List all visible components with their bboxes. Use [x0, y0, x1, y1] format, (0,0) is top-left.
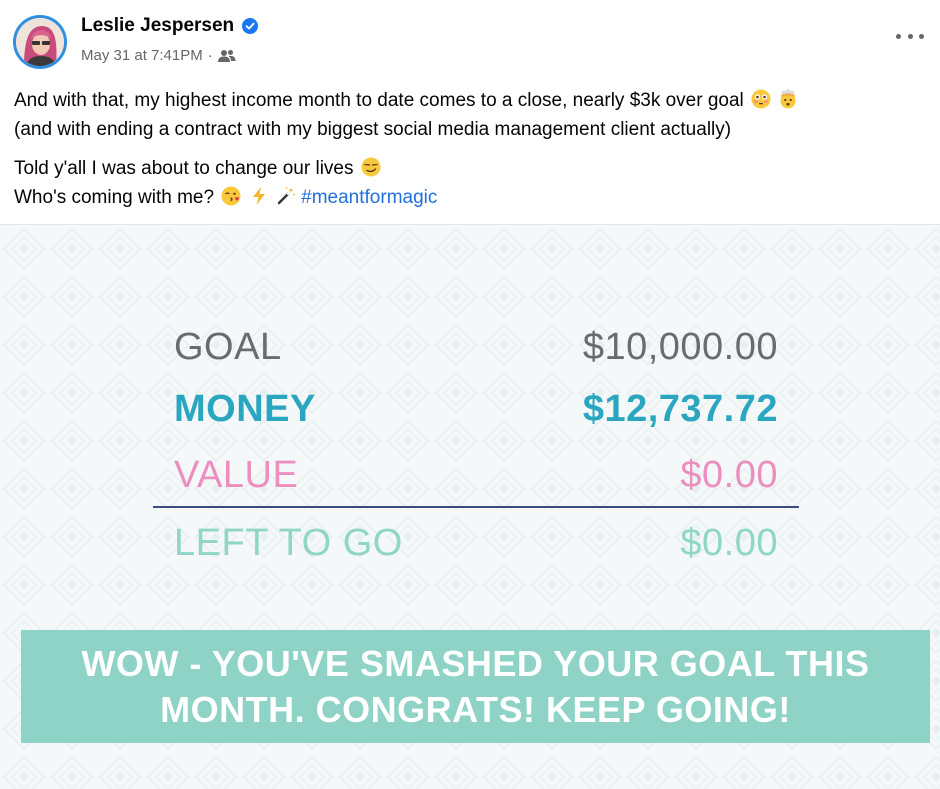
money-label: MONEY [174, 387, 316, 430]
profile-photo [16, 18, 64, 66]
value-row: VALUE $0.00 [174, 447, 778, 503]
flushed-face-emoji-icon [751, 89, 771, 109]
post-text-line: And with that, my highest income month t… [14, 86, 929, 115]
post-meta: May 31 at 7:41PM · [81, 47, 236, 64]
magic-wand-emoji-icon [276, 186, 296, 206]
post-text: And with that, my highest income month t… [14, 86, 929, 212]
value-amount: $0.00 [680, 453, 778, 496]
money-row: MONEY $12,737.72 [174, 381, 778, 437]
value-label: VALUE [174, 453, 299, 496]
post-text-segment: (and with ending a contract with my bigg… [14, 119, 732, 140]
banner-line: MONTH. CONGRATS! KEEP GOING! [160, 689, 791, 730]
post-image[interactable]: GOAL $10,000.00 MONEY $12,737.72 VALUE $… [0, 224, 940, 789]
post-text-line: (and with ending a contract with my bigg… [14, 115, 929, 144]
post-text-segment: Told y'all I was about to change our liv… [14, 158, 354, 179]
congrats-banner: WOW - YOU'VE SMASHED YOUR GOAL THIS MONT… [21, 630, 930, 743]
avatar[interactable] [13, 15, 67, 69]
more-dot [896, 33, 901, 39]
more-dot [919, 33, 924, 39]
smirking-face-emoji-icon [361, 157, 381, 177]
post-text-segment: And with that, my highest income month t… [14, 90, 744, 111]
lightning-emoji-icon [249, 186, 269, 206]
author-name[interactable]: Leslie Jespersen [81, 15, 234, 37]
meta-separator: · [207, 47, 213, 64]
total-divider [153, 506, 799, 508]
left-to-go-label: LEFT TO GO [174, 521, 403, 564]
more-dot [907, 33, 913, 39]
goal-label: GOAL [174, 325, 282, 368]
post-timestamp[interactable]: May 31 at 7:41PM [81, 47, 203, 64]
post-header: Leslie Jespersen May 31 at 7:41PM · [0, 0, 940, 80]
left-to-go-value: $0.00 [680, 521, 778, 564]
friends-icon[interactable] [217, 49, 236, 63]
kissing-face-emoji-icon [221, 186, 241, 206]
goal-row: GOAL $10,000.00 [174, 319, 778, 375]
author-name-row: Leslie Jespersen [81, 15, 259, 37]
left-to-go-row: LEFT TO GO $0.00 [174, 515, 778, 571]
banner-line: WOW - YOU'VE SMASHED YOUR GOAL THIS [81, 643, 870, 684]
post-text-line: Who's coming with me? #meantformagic [14, 183, 929, 212]
post-text-line: Told y'all I was about to change our liv… [14, 154, 929, 183]
hashtag-link[interactable]: #meantformagic [301, 187, 437, 208]
exploding-head-emoji-icon [778, 89, 798, 109]
more-options-icon[interactable] [896, 26, 924, 46]
post-text-segment: Who's coming with me? [14, 187, 215, 208]
money-value: $12,737.72 [582, 387, 778, 430]
goal-value: $10,000.00 [582, 325, 778, 368]
verified-badge-icon [242, 18, 259, 34]
